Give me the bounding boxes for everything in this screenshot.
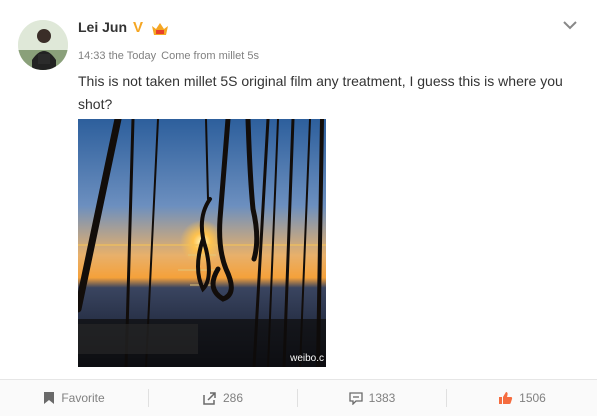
forward-count: 286	[222, 391, 244, 405]
post-meta: 14:33 the Today Come from millet 5s	[78, 50, 261, 62]
favorite-label: Favorite	[61, 391, 105, 405]
favorite-button[interactable]: Favorite	[0, 380, 148, 416]
forward-button[interactable]: 286	[149, 380, 297, 416]
member-badge-icon	[150, 21, 170, 37]
thumbs-up-icon	[499, 392, 513, 404]
author-name[interactable]: Lei Jun	[78, 19, 127, 35]
like-count: 1506	[519, 391, 546, 405]
comment-button[interactable]: 1383	[298, 380, 446, 416]
action-bar: Favorite 286 1383 1506	[0, 379, 597, 416]
comment-icon	[348, 391, 363, 405]
post-source[interactable]: Come from millet 5s	[161, 50, 259, 62]
like-button[interactable]: 1506	[447, 380, 597, 416]
bookmark-icon	[44, 392, 55, 404]
verified-v-icon: V	[133, 19, 144, 36]
post-time[interactable]: 14:33 the Today	[78, 50, 156, 62]
forward-icon	[203, 392, 216, 405]
avatar[interactable]	[18, 20, 68, 70]
post-text: This is not taken millet 5S original fil…	[78, 73, 563, 112]
post-image[interactable]: weibo.c	[78, 119, 326, 367]
chevron-down-icon[interactable]	[562, 18, 578, 30]
image-watermark: weibo.c	[290, 353, 324, 364]
comment-count: 1383	[368, 391, 396, 405]
